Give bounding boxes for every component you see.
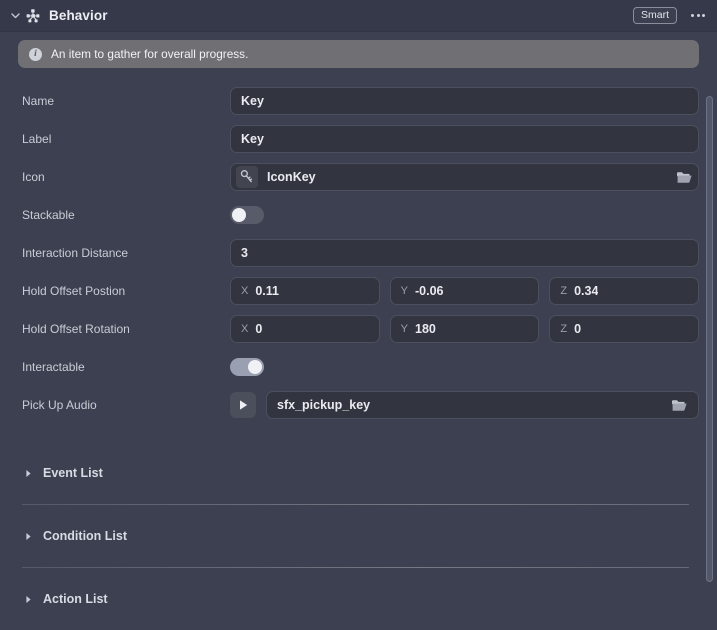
interaction-distance-input[interactable]: 3 [230,239,699,267]
icon-picker[interactable]: IconKey [230,163,699,191]
vector3-rotation: X 0 Y 180 Z 0 [230,315,699,343]
toggle-knob [248,360,262,374]
info-banner-wrapper: i An item to gather for overall progress… [0,32,717,68]
hold-offset-rotation-x-value: 0 [255,322,262,336]
panel-header: Behavior Smart [0,0,717,32]
behavior-panel: Behavior Smart i An item to gather for o… [0,0,717,620]
pick-up-audio-input[interactable]: sfx_pickup_key [266,391,699,419]
name-control: Key [230,87,699,115]
hold-offset-position-y-value: -0.06 [415,284,444,298]
interaction-distance-control: 3 [230,239,699,267]
name-input-value: Key [241,94,264,108]
hold-offset-rotation-control: X 0 Y 180 Z 0 [230,315,699,343]
pick-up-audio-control: sfx_pickup_key [230,391,699,419]
chevron-right-icon [22,593,34,605]
folder-icon[interactable] [668,170,693,185]
hold-offset-position-x[interactable]: X 0.11 [230,277,380,305]
interaction-distance-value: 3 [241,246,248,260]
interactable-toggle[interactable] [230,358,264,376]
hold-offset-position-z[interactable]: Z 0.34 [549,277,699,305]
interactable-control [230,358,699,376]
pick-up-audio-label: Pick Up Audio [22,398,230,412]
row-label-field: Label Key [22,120,699,158]
key-icon [236,166,258,188]
overflow-menu-icon[interactable] [689,10,707,21]
stackable-control [230,206,699,224]
section-title: Condition List [43,529,127,543]
row-interaction-distance: Interaction Distance 3 [22,234,699,272]
section-action-list[interactable]: Action List [14,568,699,630]
label-input-value: Key [241,132,264,146]
row-stackable: Stackable [22,196,699,234]
interaction-distance-label: Interaction Distance [22,246,230,260]
stackable-toggle[interactable] [230,206,264,224]
section-condition-list[interactable]: Condition List [14,505,699,567]
stackable-label: Stackable [22,208,230,222]
icon-label: Icon [22,170,230,184]
hold-offset-rotation-z[interactable]: Z 0 [549,315,699,343]
behavior-node-icon [24,7,42,25]
row-pick-up-audio: Pick Up Audio sfx_pickup_key [22,386,699,424]
hold-offset-rotation-y-value: 180 [415,322,436,336]
hold-offset-position-control: X 0.11 Y -0.06 Z 0.34 [230,277,699,305]
icon-input-value: IconKey [267,170,316,184]
icon-control: IconKey [230,163,699,191]
chevron-right-icon [22,467,34,479]
axis-label-z: Z [560,323,567,335]
vertical-scrollbar[interactable] [706,96,713,606]
row-hold-offset-rotation: Hold Offset Rotation X 0 Y 180 Z 0 [22,310,699,348]
row-icon: Icon IconKey [22,158,699,196]
row-name: Name Key [22,82,699,120]
axis-label-x: X [241,285,248,297]
hold-offset-rotation-y[interactable]: Y 180 [390,315,540,343]
info-banner: i An item to gather for overall progress… [18,40,699,68]
smart-badge[interactable]: Smart [633,7,677,25]
label-label: Label [22,132,230,146]
axis-label-y: Y [401,285,408,297]
row-interactable: Interactable [22,348,699,386]
play-icon[interactable] [230,392,256,418]
page-title: Behavior [49,8,108,23]
hold-offset-rotation-x[interactable]: X 0 [230,315,380,343]
section-event-list[interactable]: Event List [14,442,699,504]
axis-label-y: Y [401,323,408,335]
pick-up-audio-value: sfx_pickup_key [277,398,370,412]
chevron-right-icon [22,530,34,542]
label-control: Key [230,125,699,153]
axis-label-z: Z [560,285,567,297]
hold-offset-position-x-value: 0.11 [255,284,279,298]
hold-offset-rotation-z-value: 0 [574,322,581,336]
interactable-label: Interactable [22,360,230,374]
section-title: Action List [43,592,108,606]
axis-label-x: X [241,323,248,335]
name-input[interactable]: Key [230,87,699,115]
section-title: Event List [43,466,103,480]
collapsible-sections: Event List Condition List Action List [0,424,717,630]
chevron-down-icon[interactable] [8,9,22,23]
label-input[interactable]: Key [230,125,699,153]
row-hold-offset-position: Hold Offset Postion X 0.11 Y -0.06 Z 0.3… [22,272,699,310]
folder-icon[interactable] [663,398,688,413]
info-banner-text: An item to gather for overall progress. [51,47,248,61]
hold-offset-position-y[interactable]: Y -0.06 [390,277,540,305]
name-label: Name [22,94,230,108]
vector3-position: X 0.11 Y -0.06 Z 0.34 [230,277,699,305]
hold-offset-position-z-value: 0.34 [574,284,598,298]
properties-form: Name Key Label Key Icon [0,68,717,424]
hold-offset-position-label: Hold Offset Postion [22,284,230,298]
scrollbar-thumb[interactable] [706,96,713,582]
toggle-knob [232,208,246,222]
info-icon: i [29,48,42,61]
hold-offset-rotation-label: Hold Offset Rotation [22,322,230,336]
